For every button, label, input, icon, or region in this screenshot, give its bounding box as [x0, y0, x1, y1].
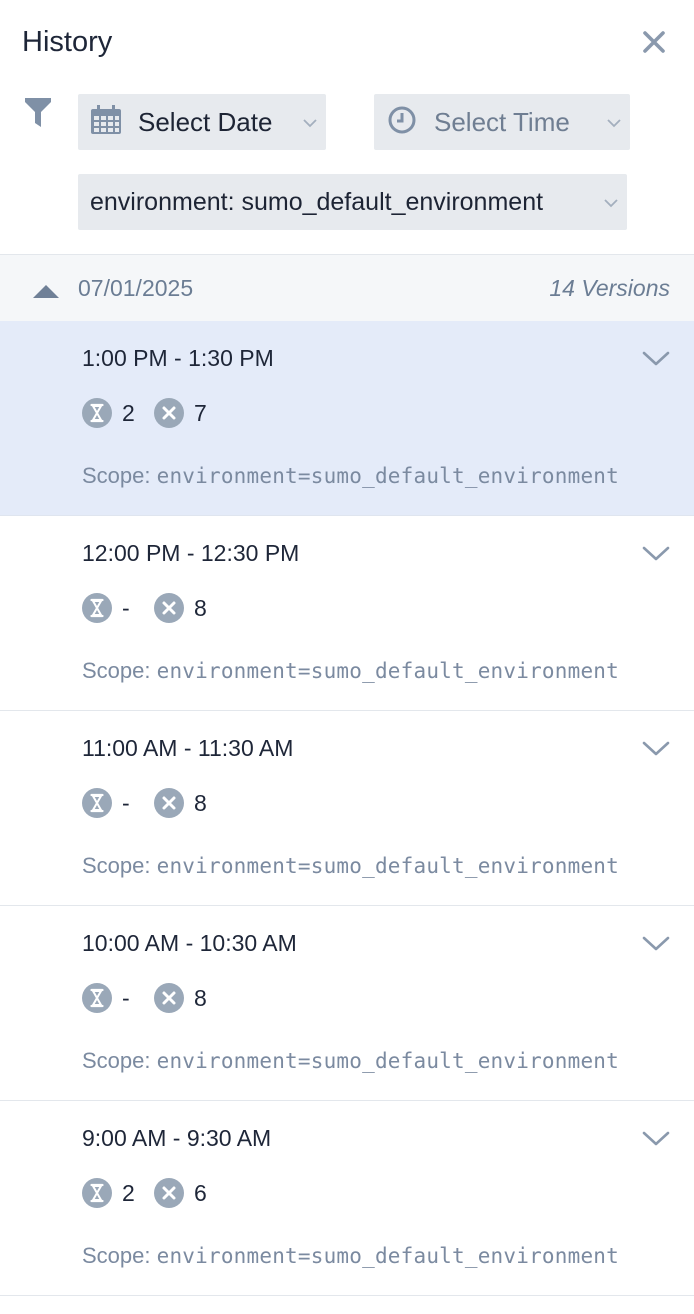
scope-value: environment=sumo_default_environment — [156, 659, 619, 683]
chevron-down-icon — [606, 116, 622, 128]
scope-label: Scope: — [82, 1243, 151, 1268]
close-icon[interactable] — [640, 28, 668, 56]
time-select-label: Select Time — [434, 106, 570, 137]
panel-header: History — [0, 0, 694, 86]
chevron-down-icon — [603, 196, 619, 208]
error-icon — [154, 398, 184, 428]
version-scope: Scope: environment=sumo_default_environm… — [82, 463, 619, 489]
failed-stat: 6 — [154, 1178, 208, 1208]
date-group-header[interactable]: 07/01/2025 14 Versions — [0, 255, 694, 321]
scope-value: environment=sumo_default_environment — [156, 464, 619, 488]
version-scope: Scope: environment=sumo_default_environm… — [82, 1243, 619, 1269]
scope-value: environment=sumo_default_environment — [156, 1049, 619, 1073]
scope-label: Scope: — [82, 658, 151, 683]
chevron-down-icon[interactable] — [642, 936, 670, 952]
hourglass-icon — [82, 593, 112, 623]
group-date: 07/01/2025 — [78, 275, 194, 301]
time-select[interactable]: Select Time — [374, 94, 630, 150]
version-item[interactable]: 10:00 AM - 10:30 AM - 8 Scope: environme… — [0, 906, 694, 1101]
version-item[interactable]: 12:00 PM - 12:30 PM - 8 Scope: environme… — [0, 516, 694, 711]
failed-count: 7 — [194, 399, 207, 426]
failed-count: 8 — [194, 594, 207, 621]
version-stats: - 8 — [82, 788, 208, 818]
version-stats: 2 6 — [82, 1178, 208, 1208]
scope-value: environment=sumo_default_environment — [156, 854, 619, 878]
version-count: 14 Versions — [549, 275, 670, 301]
version-scope: Scope: environment=sumo_default_environm… — [82, 658, 619, 684]
failed-count: 6 — [194, 1179, 207, 1206]
hourglass-icon — [82, 1178, 112, 1208]
date-select-label: Select Date — [138, 106, 273, 137]
scope-label: Scope: — [82, 853, 151, 878]
pending-count: - — [122, 984, 130, 1011]
chevron-down-icon[interactable] — [642, 1131, 670, 1147]
version-scope: Scope: environment=sumo_default_environm… — [82, 853, 619, 879]
scope-value: environment=sumo_default_environment — [156, 1244, 619, 1268]
clock-icon — [388, 106, 416, 139]
version-scope: Scope: environment=sumo_default_environm… — [82, 1048, 619, 1074]
environment-select-label: environment: sumo_default_environment — [90, 187, 544, 216]
version-item[interactable]: 1:00 PM - 1:30 PM 2 7 Scope: environment… — [0, 321, 694, 516]
version-time: 10:00 AM - 10:30 AM — [82, 930, 297, 956]
calendar-icon — [90, 104, 122, 140]
pending-stat: - — [82, 593, 136, 623]
error-icon — [154, 983, 184, 1013]
version-stats: - 8 — [82, 983, 208, 1013]
version-item[interactable]: 11:00 AM - 11:30 AM - 8 Scope: environme… — [0, 711, 694, 906]
chevron-down-icon[interactable] — [642, 351, 670, 367]
version-stats: - 8 — [82, 593, 208, 623]
hourglass-icon — [82, 983, 112, 1013]
version-time: 1:00 PM - 1:30 PM — [82, 345, 274, 371]
history-panel: History Select Date Select Time environm… — [0, 0, 694, 1314]
failed-stat: 8 — [154, 593, 208, 623]
pending-count: 2 — [122, 399, 135, 426]
pending-stat: - — [82, 788, 136, 818]
chevron-down-icon[interactable] — [642, 546, 670, 562]
hourglass-icon — [82, 398, 112, 428]
version-stats: 2 7 — [82, 398, 208, 428]
pending-stat: 2 — [82, 1178, 136, 1208]
chevron-down-icon — [302, 116, 318, 128]
version-time: 9:00 AM - 9:30 AM — [82, 1125, 272, 1151]
pending-stat: 2 — [82, 398, 136, 428]
scope-label: Scope: — [82, 1048, 151, 1073]
caret-up-icon[interactable] — [32, 283, 60, 299]
failed-stat: 8 — [154, 983, 208, 1013]
pending-count: 2 — [122, 1179, 135, 1206]
error-icon — [154, 593, 184, 623]
failed-stat: 7 — [154, 398, 208, 428]
panel-title: History — [22, 26, 113, 58]
pending-stat: - — [82, 983, 136, 1013]
failed-stat: 8 — [154, 788, 208, 818]
version-time: 11:00 AM - 11:30 AM — [82, 735, 294, 761]
pending-count: - — [122, 594, 130, 621]
version-item[interactable]: 9:00 AM - 9:30 AM 2 6 Scope: environment… — [0, 1101, 694, 1296]
error-icon — [154, 1178, 184, 1208]
hourglass-icon — [82, 788, 112, 818]
date-select[interactable]: Select Date — [78, 94, 326, 150]
filter-icon[interactable] — [24, 96, 52, 130]
failed-count: 8 — [194, 984, 207, 1011]
version-list: 1:00 PM - 1:30 PM 2 7 Scope: environment… — [0, 321, 694, 1296]
version-time: 12:00 PM - 12:30 PM — [82, 540, 300, 566]
environment-select[interactable]: environment: sumo_default_environment — [78, 174, 627, 230]
scope-label: Scope: — [82, 463, 151, 488]
failed-count: 8 — [194, 789, 207, 816]
error-icon — [154, 788, 184, 818]
chevron-down-icon[interactable] — [642, 741, 670, 757]
pending-count: - — [122, 789, 130, 816]
